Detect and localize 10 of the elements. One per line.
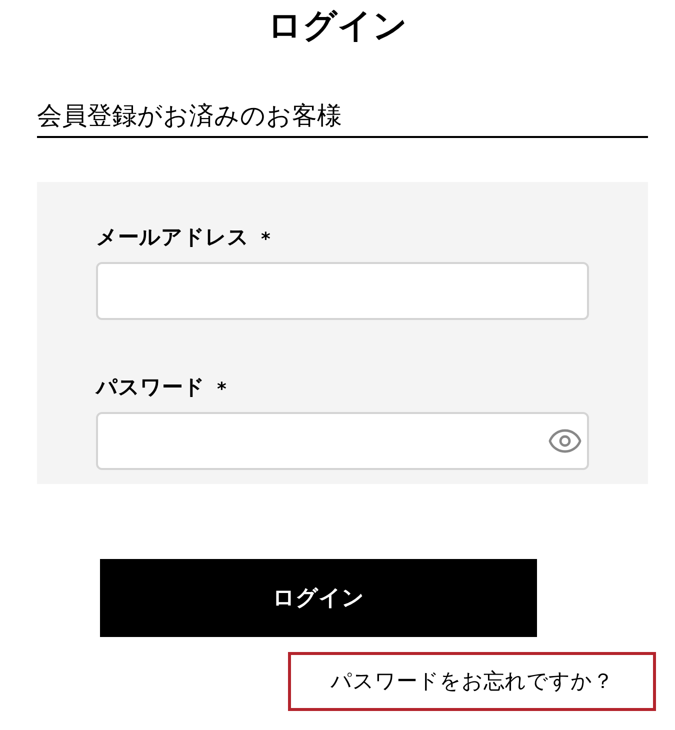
password-field[interactable] <box>96 412 589 470</box>
page-title: ログイン <box>266 5 408 48</box>
forgot-password-link[interactable]: パスワードをお忘れですか？ <box>288 652 656 711</box>
email-field[interactable] <box>96 262 589 320</box>
field-label: メールアドレス <box>96 224 249 251</box>
section-heading: 会員登録がお済みのお客様 <box>37 100 342 132</box>
login-button[interactable]: ログイン <box>100 559 537 637</box>
field-label: パスワード <box>96 374 205 401</box>
required-mark: * <box>217 378 226 402</box>
required-mark: * <box>261 228 270 252</box>
